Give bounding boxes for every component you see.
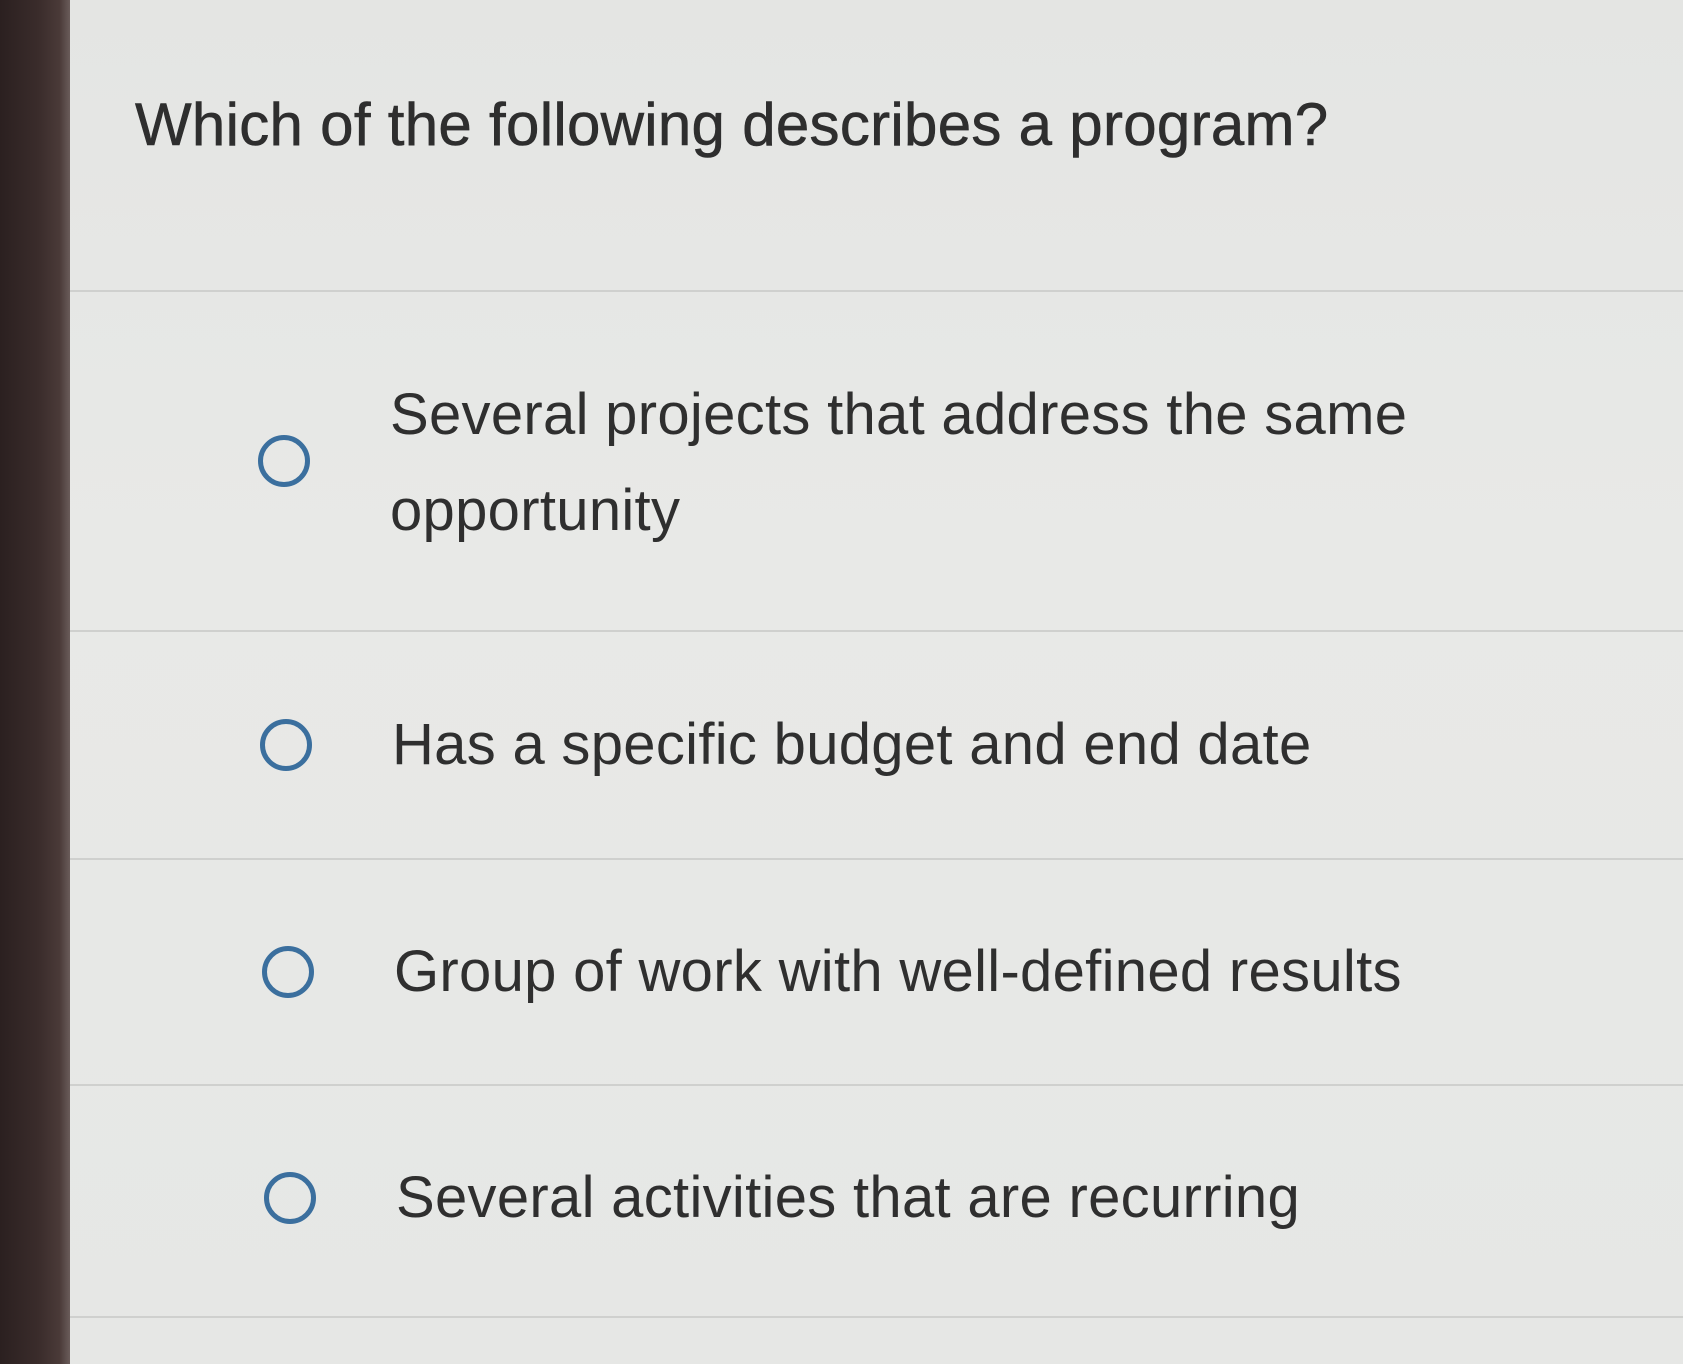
- quiz-screen: Which of the following describes a progr…: [70, 0, 1683, 1364]
- radio-button-icon[interactable]: [262, 946, 314, 998]
- answer-option-3[interactable]: Group of work with well-defined results: [70, 860, 1683, 1084]
- divider: [70, 1316, 1683, 1318]
- radio-button-icon[interactable]: [258, 435, 310, 487]
- answer-option-2[interactable]: Has a specific budget and end date: [70, 632, 1683, 858]
- answer-option-label: Several activities that are recurring: [396, 1165, 1301, 1230]
- answer-option-label: Several projects that address the same o…: [390, 382, 1408, 543]
- radio-button-icon[interactable]: [260, 719, 312, 771]
- monitor-bezel: [0, 0, 70, 1364]
- answer-option-1[interactable]: Several projects that address the same o…: [70, 292, 1683, 630]
- radio-button-icon[interactable]: [264, 1172, 316, 1224]
- question-text: Which of the following describes a progr…: [135, 91, 1329, 159]
- answer-option-4[interactable]: Several activities that are recurring: [70, 1086, 1683, 1310]
- answer-option-label: Has a specific budget and end date: [392, 712, 1312, 777]
- answer-option-label: Group of work with well-defined results: [394, 939, 1402, 1004]
